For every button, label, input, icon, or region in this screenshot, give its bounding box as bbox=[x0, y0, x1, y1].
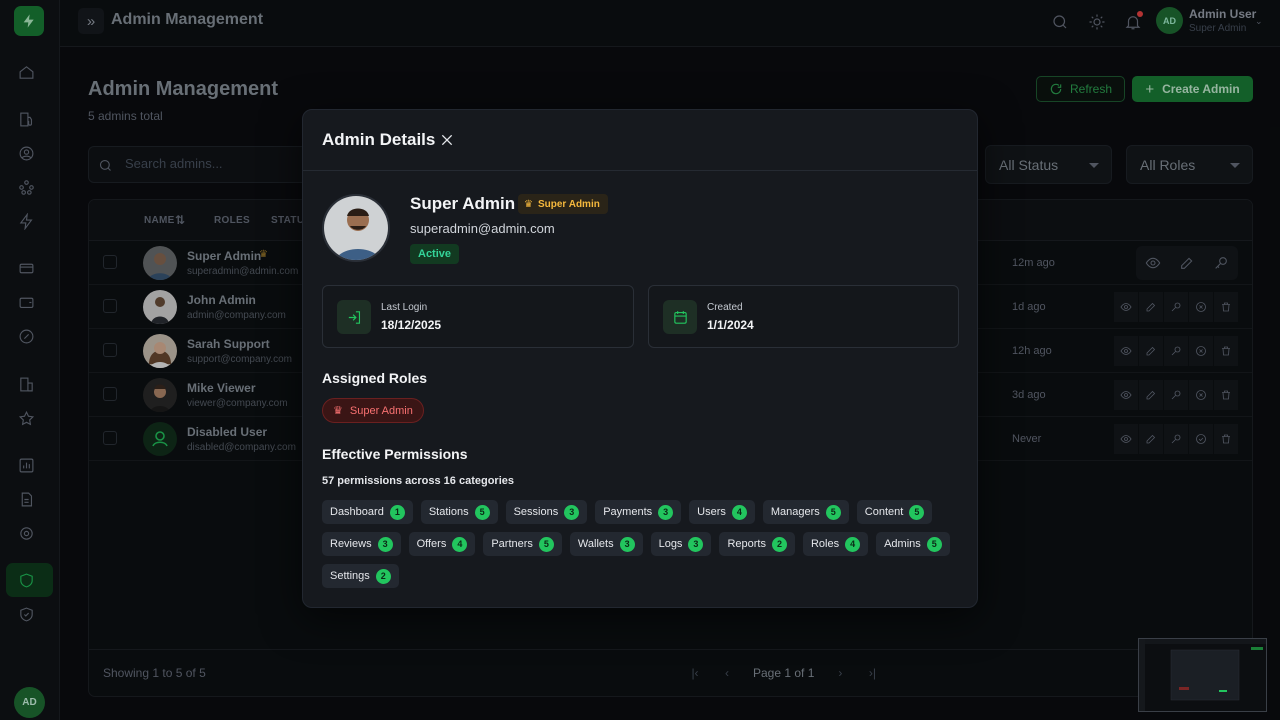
permission-chip: Settings 2 bbox=[322, 564, 399, 588]
modal-header: Admin Details bbox=[303, 110, 977, 171]
profile-name: Super Admin bbox=[410, 194, 516, 213]
permission-label: Settings bbox=[330, 570, 370, 582]
status-badge: Active bbox=[410, 244, 460, 264]
permission-count: 2 bbox=[375, 568, 391, 584]
permission-count: 5 bbox=[926, 536, 942, 552]
created-card: Created 1/1/2024 bbox=[648, 285, 959, 348]
permission-count: 4 bbox=[452, 536, 468, 552]
role-badge-label: Super Admin bbox=[537, 198, 600, 210]
permission-label: Admins bbox=[884, 538, 921, 550]
permission-chip: Reviews 3 bbox=[322, 532, 401, 556]
permission-label: Sessions bbox=[513, 506, 559, 518]
permission-count: 4 bbox=[845, 536, 861, 552]
effective-permissions-title: Effective Permissions bbox=[322, 446, 468, 462]
permission-label: Users bbox=[697, 506, 726, 518]
permission-chip: Content 5 bbox=[856, 500, 933, 524]
permission-chip: Stations 5 bbox=[420, 500, 498, 524]
profile-email: superadmin@admin.com bbox=[410, 221, 555, 236]
permission-label: Logs bbox=[658, 538, 683, 550]
permission-count: 3 bbox=[688, 536, 704, 552]
minimap-preview[interactable] bbox=[1138, 638, 1267, 712]
permission-chip: Wallets 3 bbox=[569, 532, 643, 556]
permission-label: Wallets bbox=[577, 538, 614, 550]
last-login-value: 18/12/2025 bbox=[381, 318, 442, 332]
created-label: Created bbox=[707, 302, 743, 313]
permission-chip: Users 4 bbox=[689, 500, 755, 524]
permission-count: 2 bbox=[771, 536, 787, 552]
last-login-label: Last Login bbox=[381, 302, 428, 313]
assigned-role-chip: ♛ Super Admin bbox=[322, 398, 424, 423]
permission-label: Stations bbox=[428, 506, 469, 518]
permission-chip: Roles 4 bbox=[802, 532, 869, 556]
close-icon[interactable] bbox=[439, 132, 455, 148]
crown-icon: ♛ bbox=[524, 198, 533, 210]
permission-chip: Admins 5 bbox=[876, 532, 950, 556]
profile-avatar bbox=[322, 194, 390, 262]
permission-count: 3 bbox=[658, 504, 674, 520]
permission-chip: Offers 4 bbox=[408, 532, 476, 556]
modal-title: Admin Details bbox=[322, 130, 436, 149]
role-badge: ♛ Super Admin bbox=[518, 194, 608, 214]
permission-label: Roles bbox=[810, 538, 840, 550]
permission-chip: Logs 3 bbox=[650, 532, 712, 556]
admin-details-modal: Admin Details Super Admin ♛ Super Admin … bbox=[302, 109, 978, 608]
permission-chip: Managers 5 bbox=[762, 500, 849, 524]
permission-chip: Partners 5 bbox=[483, 532, 562, 556]
permission-label: Offers bbox=[416, 538, 447, 550]
permission-count: 5 bbox=[825, 504, 841, 520]
permission-count: 3 bbox=[564, 504, 580, 520]
login-icon bbox=[337, 300, 371, 334]
permission-chips: Dashboard 1 Stations 5 Sessions 3 Payments 3… bbox=[322, 500, 952, 588]
permission-count: 5 bbox=[909, 504, 925, 520]
permission-label: Managers bbox=[770, 506, 820, 518]
permission-count: 5 bbox=[538, 536, 554, 552]
permission-count: 1 bbox=[389, 504, 405, 520]
permission-count: 5 bbox=[474, 504, 490, 520]
permission-chip: Sessions 3 bbox=[505, 500, 588, 524]
assigned-roles-title: Assigned Roles bbox=[322, 370, 428, 386]
permission-label: Reviews bbox=[330, 538, 372, 550]
permission-chip: Reports 2 bbox=[719, 532, 795, 556]
assigned-role-label: Super Admin bbox=[349, 404, 413, 417]
permission-label: Content bbox=[864, 506, 904, 518]
permission-label: Dashboard bbox=[330, 506, 384, 518]
calendar-icon bbox=[663, 300, 697, 334]
permission-count: 3 bbox=[377, 536, 393, 552]
last-login-card: Last Login 18/12/2025 bbox=[322, 285, 634, 348]
permission-chip: Payments 3 bbox=[595, 500, 682, 524]
permission-label: Payments bbox=[603, 506, 653, 518]
permission-label: Partners bbox=[491, 538, 533, 550]
permission-count: 4 bbox=[731, 504, 747, 520]
created-value: 1/1/2024 bbox=[707, 318, 754, 332]
permission-label: Reports bbox=[727, 538, 766, 550]
crown-icon: ♛ bbox=[333, 405, 343, 417]
permission-summary: 57 permissions across 16 categories bbox=[322, 475, 514, 487]
permission-count: 3 bbox=[619, 536, 635, 552]
permission-chip: Dashboard 1 bbox=[322, 500, 413, 524]
